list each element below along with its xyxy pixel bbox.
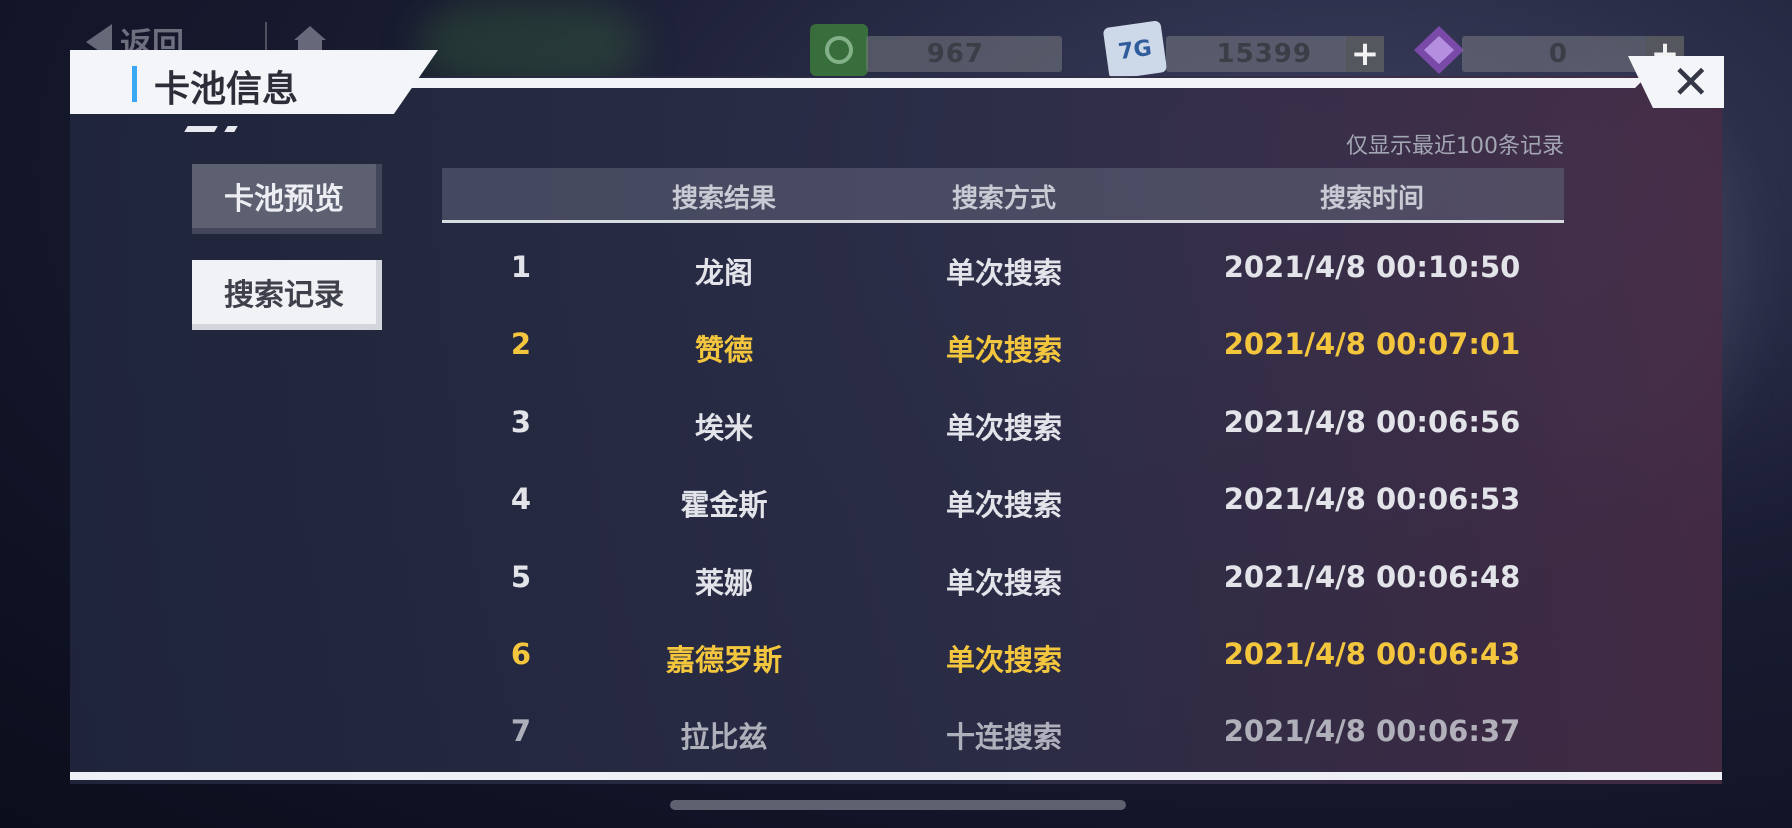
header-result: 搜索结果 (671, 184, 777, 214)
row-method: 单次搜索 (945, 256, 1063, 290)
crystal-icon (1414, 26, 1464, 74)
row-time: 2021/4/8 00:06:48 (1223, 560, 1521, 594)
table-row: 1 龙阁 单次搜索 2021/4/8 00:10:50 (442, 236, 1564, 296)
row-time: 2021/4/8 00:06:53 (1223, 482, 1521, 516)
row-result: 嘉德罗斯 (665, 643, 783, 677)
records-table-header: 搜索结果 搜索方式 搜索时间 (442, 168, 1564, 223)
add-card-button[interactable]: + (1346, 36, 1384, 72)
table-row: 3 埃米 单次搜索 2021/4/8 00:06:56 (442, 391, 1564, 451)
panel-bottom-border (70, 772, 1722, 780)
header-time: 搜索时间 (1319, 184, 1425, 214)
row-index: 6 (510, 637, 532, 671)
panel-top-border (395, 78, 1645, 88)
table-row: 4 霍金斯 单次搜索 2021/4/8 00:06:53 (442, 468, 1564, 528)
row-index: 4 (510, 482, 532, 516)
card-7g-icon: 7G (1102, 20, 1168, 80)
tab-pool-preview[interactable]: 卡池预览 (192, 164, 382, 234)
row-time: 2021/4/8 00:10:50 (1223, 250, 1521, 284)
resource-ticket-value: 967 (926, 39, 984, 69)
row-result: 拉比兹 (680, 720, 768, 754)
resource-crystal-value: 0 (1548, 39, 1568, 69)
table-row: 2 赞德 单次搜索 2021/4/8 00:07:01 (442, 313, 1564, 373)
row-index: 5 (510, 560, 532, 594)
tab-search-records[interactable]: 搜索记录 (192, 260, 382, 330)
row-time: 2021/4/8 00:06:37 (1223, 714, 1521, 748)
row-result: 埃米 (694, 411, 754, 445)
row-method: 单次搜索 (945, 488, 1063, 522)
row-index: 3 (510, 405, 532, 439)
row-result: 霍金斯 (680, 488, 768, 522)
table-row: 6 嘉德罗斯 单次搜索 2021/4/8 00:06:43 (442, 623, 1564, 683)
resource-crystal-counter: 0 (1462, 36, 1648, 72)
title-accent-bar (132, 66, 137, 102)
resource-ticket-counter: 967 (866, 36, 1062, 72)
panel-title: 卡池信息 (154, 69, 299, 110)
row-index: 1 (510, 250, 532, 284)
row-method: 十连搜索 (945, 720, 1063, 754)
title-decoration (184, 126, 218, 132)
tab-search-records-label: 搜索记录 (224, 278, 344, 313)
table-row: 7 拉比兹 十连搜索 2021/4/8 00:06:37 (442, 700, 1564, 760)
row-result: 赞德 (694, 333, 754, 367)
row-method: 单次搜索 (945, 643, 1063, 677)
row-time: 2021/4/8 00:06:56 (1223, 405, 1521, 439)
row-index: 7 (510, 714, 532, 748)
row-method: 单次搜索 (945, 566, 1063, 600)
resource-card-value: 15399 (1216, 39, 1312, 69)
resource-card-counter: 15399 (1166, 36, 1352, 72)
tab-pool-preview-label: 卡池预览 (224, 182, 344, 217)
ticket-icon (810, 24, 868, 76)
row-method: 单次搜索 (945, 411, 1063, 445)
close-icon: ✕ (1671, 55, 1710, 109)
home-indicator (670, 800, 1126, 810)
row-result: 莱娜 (694, 566, 754, 600)
row-time: 2021/4/8 00:06:43 (1223, 637, 1521, 671)
row-index: 2 (510, 327, 532, 361)
table-row: 5 莱娜 单次搜索 2021/4/8 00:06:48 (442, 546, 1564, 606)
header-method: 搜索方式 (951, 184, 1057, 214)
row-method: 单次搜索 (945, 333, 1063, 367)
records-limit-note: 仅显示最近100条记录 (1346, 134, 1564, 159)
row-time: 2021/4/8 00:07:01 (1223, 327, 1521, 361)
row-result: 龙阁 (694, 256, 754, 290)
